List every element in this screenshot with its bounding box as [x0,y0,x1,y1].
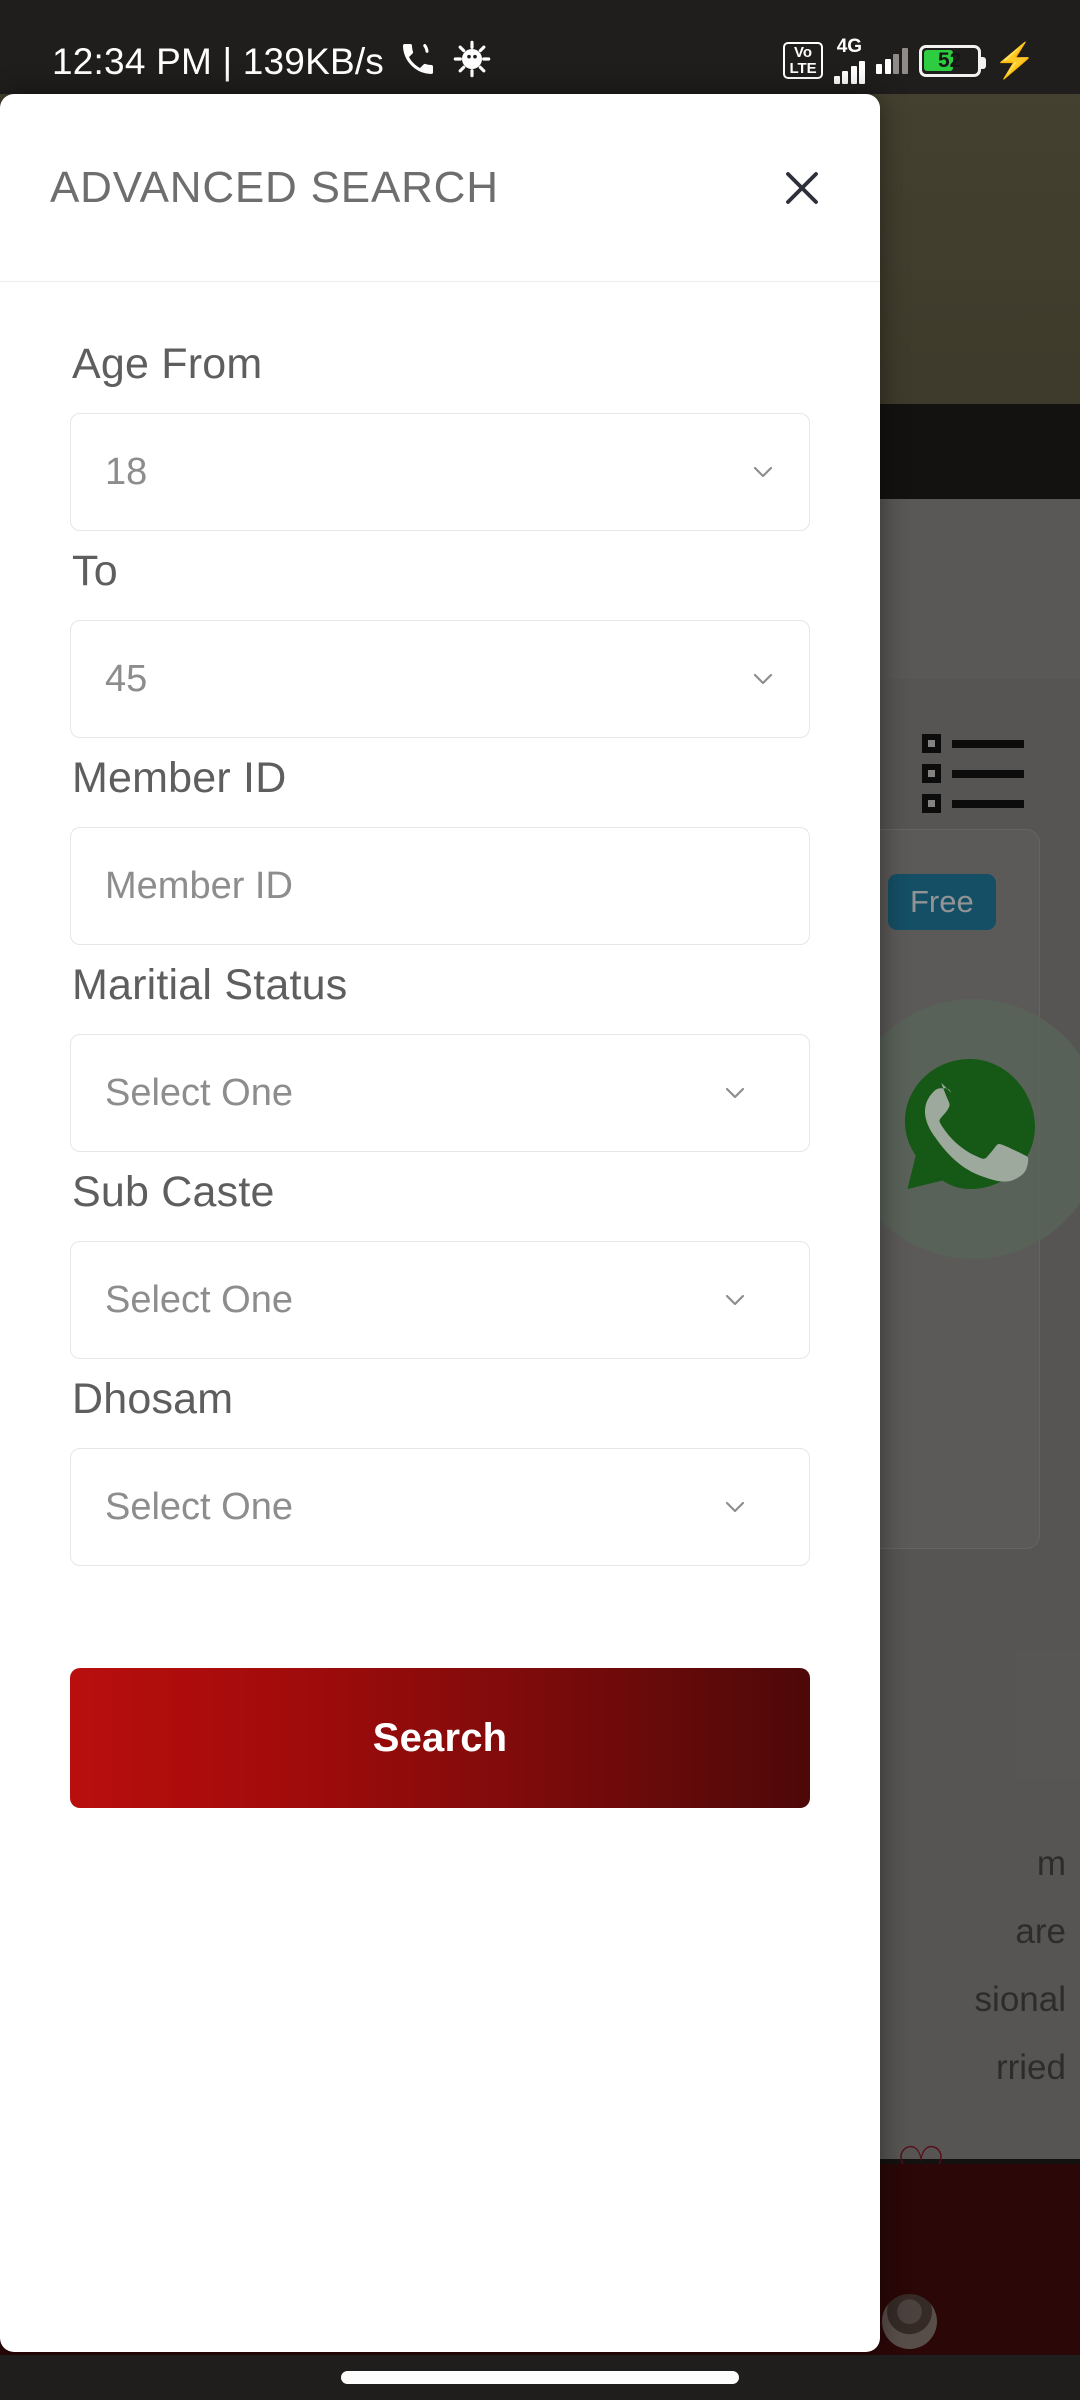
chevron-down-icon [719,1491,751,1523]
android-bug-icon [452,39,492,84]
field-label: Sub Caste [72,1168,275,1216]
field-label: Age From [72,340,263,388]
marital-status-select[interactable]: Select One [70,1034,810,1152]
clock-and-network-speed: 12:34 PM | 139KB/s [52,40,385,82]
member-id-input-wrapper[interactable]: Member ID [70,827,810,945]
age-to-value: 45 [105,657,148,700]
phone-screen: ABOUT 100 Free m are sional rried ♡ rest [0,0,1080,2400]
data-activity-bars [833,58,866,84]
member-id-placeholder: Member ID [105,864,293,907]
dialog-header: ADVANCED SEARCH [0,94,880,282]
chevron-down-icon [719,1284,751,1316]
chevron-down-icon [747,456,779,488]
lightning-bolt-icon: ⚡ [993,41,1036,80]
age-from-select[interactable]: 18 [70,413,810,531]
status-bar-left: 12:34 PM | 139KB/s [52,39,492,84]
field-label: Member ID [72,754,287,802]
phone-call-icon [398,39,438,84]
field-age-from: Age From 18 [70,340,810,531]
chevron-down-icon [747,663,779,695]
field-label: To [72,547,118,595]
marital-status-value: Select One [105,1071,293,1114]
network-type-label: 4G [836,36,863,57]
chevron-down-icon [719,1077,751,1109]
battery-percent-label: 52 [937,48,962,72]
sub-caste-select[interactable]: Select One [70,1241,810,1359]
field-label: Maritial Status [72,961,348,1009]
mobile-data-icon: 4G [833,36,866,84]
field-sub-caste: Sub Caste Select One [70,1168,810,1359]
field-age-to: To 45 [70,547,810,738]
volte-icon: Vo LTE [783,42,823,79]
search-button[interactable]: Search [70,1668,810,1808]
home-gesture-pill[interactable] [341,2371,739,2384]
battery-icon: 52 [918,44,986,77]
advanced-search-dialog: ADVANCED SEARCH Age From 18 To 45 Member… [0,94,880,2352]
field-marital-status: Maritial Status Select One [70,961,810,1152]
status-bar: 12:34 PM | 139KB/s Vo LTE 4G 52 ⚡ [0,0,1080,94]
age-to-select[interactable]: 45 [70,620,810,738]
age-from-value: 18 [105,450,148,493]
dhosam-select[interactable]: Select One [70,1448,810,1566]
dialog-title: ADVANCED SEARCH [50,162,499,212]
sub-caste-value: Select One [105,1278,293,1321]
volte-line-2: LTE [789,59,817,77]
dialog-body: Age From 18 To 45 Member ID Member ID Ma… [0,282,880,1808]
dhosam-value: Select One [105,1485,293,1528]
field-dhosam: Dhosam Select One [70,1375,810,1566]
signal-bars-icon [876,47,908,74]
close-x-icon[interactable] [770,156,834,220]
status-bar-right: Vo LTE 4G 52 ⚡ [783,37,1036,84]
field-member-id: Member ID Member ID [70,754,810,945]
field-label: Dhosam [72,1375,234,1423]
system-navigation-bar [0,2355,1080,2400]
